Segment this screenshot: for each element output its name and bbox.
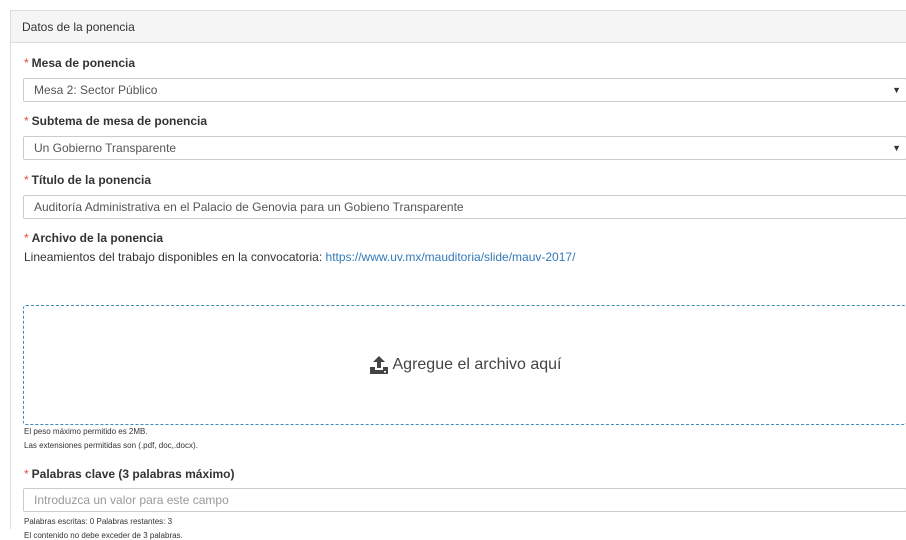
palabras-label-text: Palabras clave (3 palabras máximo) xyxy=(31,467,235,481)
required-mark: * xyxy=(24,173,29,187)
word-limit-note: El contenido no debe exceder de 3 palabr… xyxy=(24,531,183,540)
mesa-select[interactable]: Mesa 2: Sector Público ▼ xyxy=(23,78,906,102)
titulo-input-value: Auditoría Administrativa en el Palacio d… xyxy=(34,200,464,214)
subtema-selected-value: Un Gobierno Transparente xyxy=(34,141,177,155)
guidelines-text: Lineamientos del trabajo disponibles en … xyxy=(24,250,575,264)
titulo-input[interactable]: Auditoría Administrativa en el Palacio d… xyxy=(23,195,906,219)
panel-title: Datos de la ponencia xyxy=(22,20,135,34)
palabras-label: * Palabras clave (3 palabras máximo) xyxy=(24,467,234,481)
guidelines-link[interactable]: https://www.uv.mx/mauditoria/slide/mauv-… xyxy=(326,250,576,264)
caret-down-icon: ▼ xyxy=(892,85,901,95)
upload-icon xyxy=(369,356,388,374)
guidelines-prefix: Lineamientos del trabajo disponibles en … xyxy=(24,250,326,264)
archivo-label: * Archivo de la ponencia xyxy=(24,231,163,245)
mesa-label: * Mesa de ponencia xyxy=(24,56,135,70)
required-mark: * xyxy=(24,56,29,70)
required-mark: * xyxy=(24,114,29,128)
mesa-label-text: Mesa de ponencia xyxy=(31,56,136,70)
file-dropzone[interactable]: Agregue el archivo aquí xyxy=(23,305,906,425)
ponencia-panel: Datos de la ponencia * Mesa de ponencia M… xyxy=(10,10,906,540)
archivo-label-text: Archivo de la ponencia xyxy=(31,231,164,245)
palabras-input[interactable]: Introduzca un valor para este campo xyxy=(23,488,906,512)
caret-down-icon: ▼ xyxy=(892,143,901,153)
required-mark: * xyxy=(24,231,29,245)
titulo-label-text: Título de la ponencia xyxy=(31,173,152,187)
max-size-note: El peso máximo permitido es 2MB. xyxy=(24,427,148,436)
subtema-label-text: Subtema de mesa de ponencia xyxy=(31,114,208,128)
dropzone-text: Agregue el archivo aquí xyxy=(392,356,562,373)
panel-heading: Datos de la ponencia xyxy=(11,11,906,43)
extensions-note: Las extensiones permitidas son (.pdf, do… xyxy=(24,441,198,450)
palabras-placeholder: Introduzca un valor para este campo xyxy=(34,493,229,507)
word-counter: Palabras escritas: 0 Palabras restantes:… xyxy=(24,517,173,526)
mesa-selected-value: Mesa 2: Sector Público xyxy=(34,83,158,97)
titulo-label: * Título de la ponencia xyxy=(24,173,151,187)
subtema-label: * Subtema de mesa de ponencia xyxy=(24,114,207,128)
subtema-select[interactable]: Un Gobierno Transparente ▼ xyxy=(23,136,906,160)
required-mark: * xyxy=(24,467,29,481)
